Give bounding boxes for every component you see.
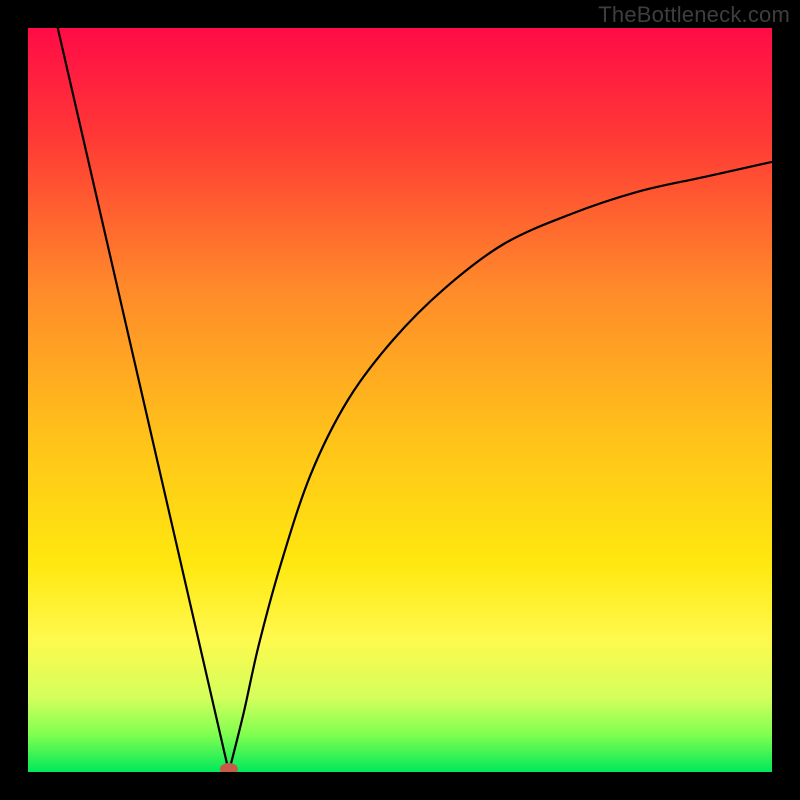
gradient-background (28, 28, 772, 772)
bottleneck-curve-chart (28, 28, 772, 772)
chart-frame (28, 28, 772, 772)
watermark-text: TheBottleneck.com (598, 2, 790, 28)
